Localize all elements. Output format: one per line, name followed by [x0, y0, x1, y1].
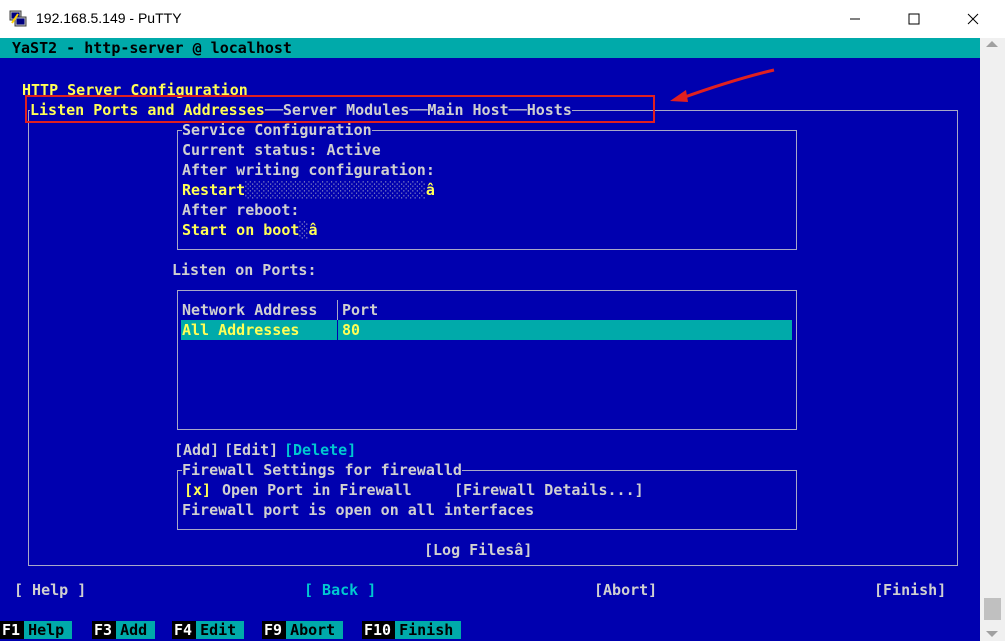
after-reboot-combobox[interactable]: Start on boot░â [182, 220, 317, 240]
fkey-finish[interactable]: F10 Finish [362, 620, 462, 641]
close-icon [967, 13, 979, 25]
listen-ports-label: Listen on Ports: [172, 261, 317, 279]
row-port: 80 [342, 321, 361, 339]
function-key-bar: F1 Help F3 Add F4 Edit F9 Abort F10 Finish [0, 620, 980, 641]
help-button[interactable]: [ Help ] [14, 580, 86, 600]
putty-icon[interactable] [9, 9, 27, 27]
terminal-screen[interactable]: YaST2 - http-server @ localhost HTTP Ser… [0, 38, 980, 641]
fkey-add[interactable]: F3 Add [92, 620, 156, 641]
dropdown-icon: â [308, 221, 318, 239]
fkey-label: F9 [262, 621, 287, 639]
yast-header: YaST2 - http-server @ localhost [12, 39, 292, 57]
maximize-button[interactable] [891, 0, 937, 38]
fkey-action: Edit [196, 621, 245, 639]
scroll-up-icon[interactable] [986, 41, 998, 47]
delete-button[interactable]: [Delete] [284, 440, 356, 460]
minimize-button[interactable] [832, 0, 878, 38]
after-reboot-value: Start on boot [182, 221, 300, 239]
fkey-label: F10 [362, 621, 396, 639]
fkey-abort[interactable]: F9 Abort [262, 620, 344, 641]
fkey-action: Finish [395, 621, 462, 639]
column-separator [337, 320, 338, 340]
combobox-fill: ░░░░░░░░░░░░░░░░░░░░ [245, 181, 426, 199]
firewall-status-text: Firewall port is open on all interfaces [182, 501, 535, 519]
window-title: 192.168.5.149 - PuTTY [36, 10, 182, 26]
service-config-label: Service Configuration [182, 120, 372, 140]
add-button[interactable]: [Add] [174, 440, 219, 460]
column-header-port: Port [342, 301, 379, 319]
scroll-thumb[interactable] [984, 598, 1001, 620]
close-button[interactable] [950, 0, 996, 38]
edit-button[interactable]: [Edit] [224, 440, 278, 460]
fkey-label: F3 [92, 621, 117, 639]
dropdown-icon: â [425, 181, 435, 199]
finish-button[interactable]: [Finish] [874, 580, 946, 600]
after-reboot-label: After reboot: [182, 201, 300, 219]
yast-header-bar: YaST2 - http-server @ localhost [0, 38, 980, 58]
row-address: All Addresses [182, 321, 300, 339]
fkey-label: F4 [172, 621, 197, 639]
fkey-label: F1 [0, 621, 25, 639]
log-files-button[interactable]: [Log Filesâ] [424, 540, 532, 560]
window-titlebar: 192.168.5.149 - PuTTY [0, 0, 1005, 38]
open-port-label[interactable]: Open Port in Firewall [222, 480, 412, 500]
back-button[interactable]: [ Back ] [304, 580, 376, 600]
column-header-address: Network Address [182, 301, 318, 319]
fkey-action: Help [24, 621, 73, 639]
vertical-scrollbar[interactable] [980, 38, 1005, 641]
after-writing-label: After writing configuration: [182, 161, 435, 179]
maximize-icon [908, 13, 920, 25]
column-separator [337, 300, 338, 320]
fkey-help[interactable]: F1 Help [0, 620, 73, 641]
open-port-checkbox[interactable]: [x] [184, 480, 211, 500]
annotation-highlight-box [25, 95, 655, 123]
minimize-icon [850, 18, 860, 20]
abort-button[interactable]: [Abort] [594, 580, 657, 600]
fkey-edit[interactable]: F4 Edit [172, 620, 245, 641]
scroll-down-icon[interactable] [986, 631, 998, 637]
after-writing-value: Restart [182, 181, 246, 199]
current-status: Current status: Active [182, 141, 381, 159]
firewall-frame-label: Firewall Settings for firewalld [182, 460, 462, 480]
annotation-arrow-icon [670, 68, 775, 102]
fkey-action: Abort [286, 621, 344, 639]
firewall-details-button[interactable]: [Firewall Details...] [454, 480, 644, 500]
after-writing-combobox[interactable]: Restart░░░░░░░░░░░░░░░░░░░░â [182, 180, 435, 200]
fkey-action: Add [116, 621, 156, 639]
